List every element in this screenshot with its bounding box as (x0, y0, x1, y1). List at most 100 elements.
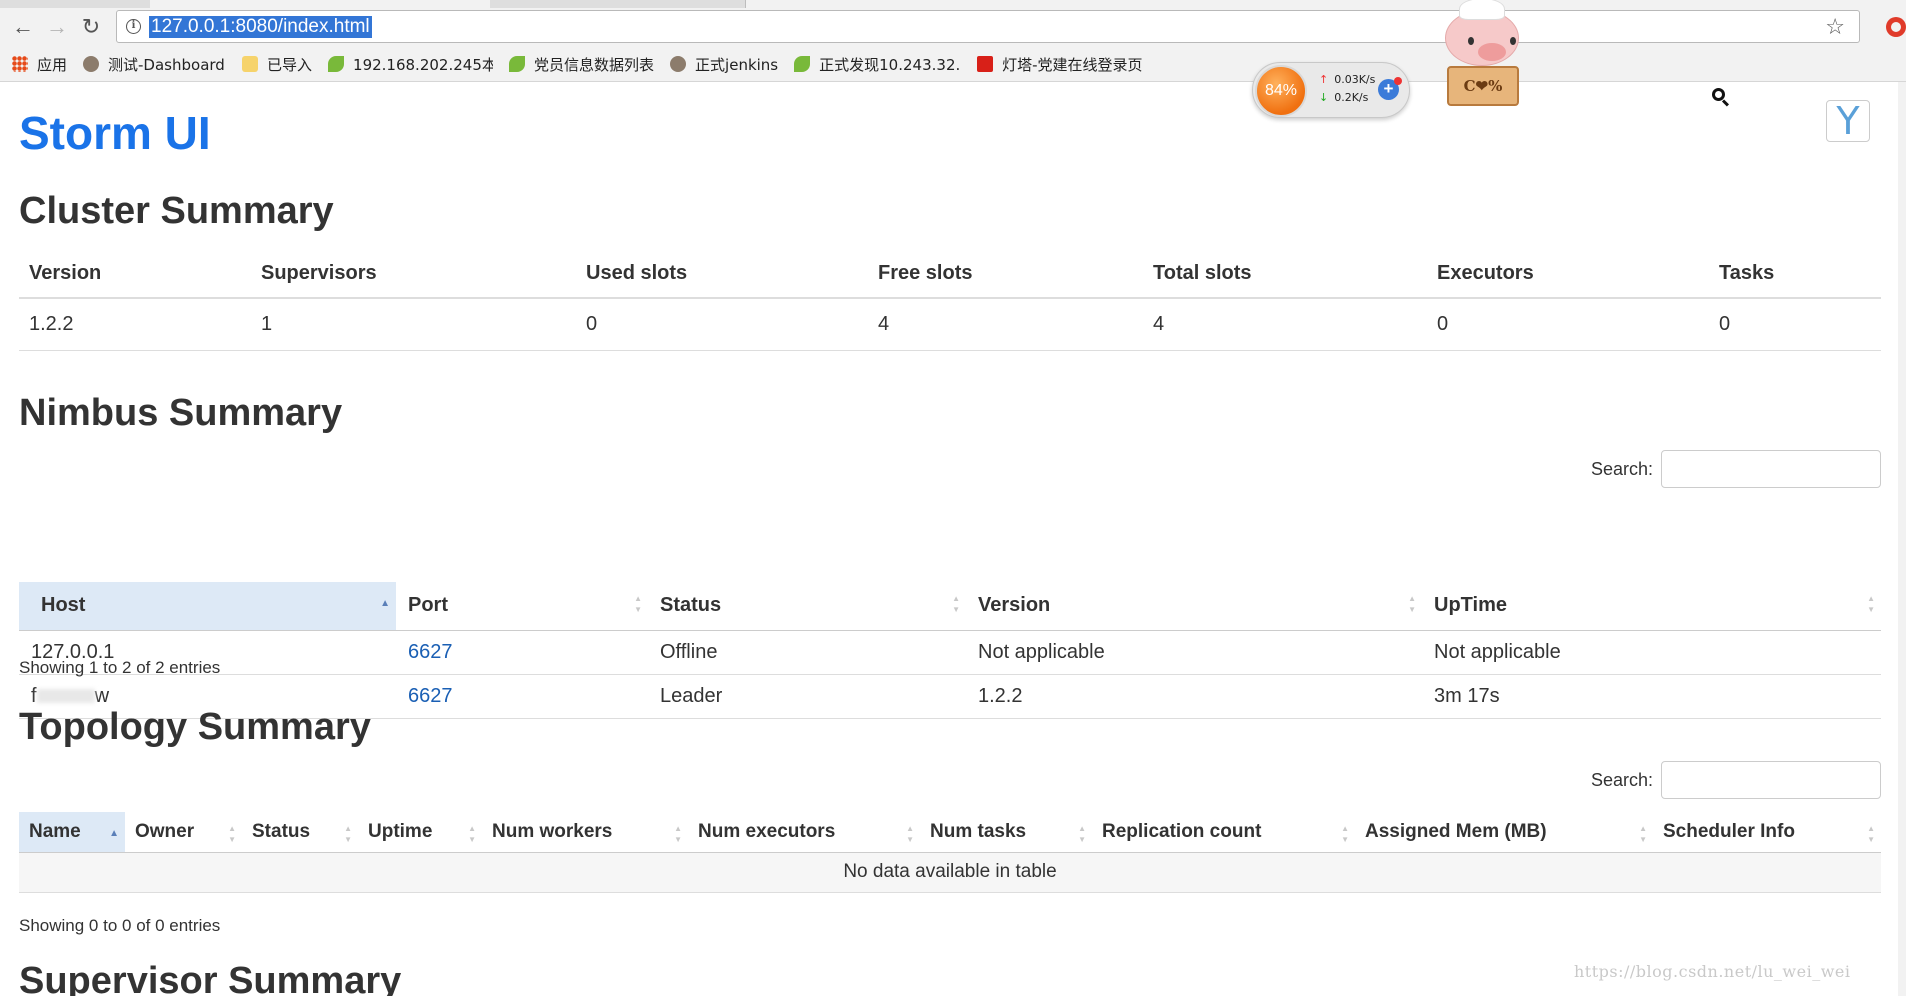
bookmark-label: 党员信息数据列表 (534, 55, 655, 74)
arrow-left-icon: ← (12, 14, 34, 39)
network-speed-widget[interactable]: 84% ↑ 0.03K/s ↓ 0.2K/s + (1252, 62, 1410, 118)
column-header-uptime[interactable]: UpTime (1422, 582, 1881, 631)
forward-button[interactable]: → (44, 14, 70, 40)
reload-icon: ↻ (81, 14, 101, 39)
nimbus-search-input[interactable] (1661, 450, 1881, 488)
column-header-scheduler-info[interactable]: Scheduler Info (1653, 812, 1881, 853)
column-header-port[interactable]: Port (396, 582, 648, 631)
chef-hat (1459, 0, 1505, 20)
column-label: Status (660, 594, 722, 617)
page-scrollbar[interactable] (1898, 82, 1906, 996)
info-icon[interactable]: i (126, 19, 141, 34)
topology-search-input[interactable] (1661, 761, 1881, 799)
upload-speed-value: 0.03K/s (1334, 73, 1376, 86)
address-bar[interactable]: i 127.0.0.1:8080/index.html ☆ (116, 10, 1860, 43)
column-header-num-tasks[interactable]: Num tasks (920, 812, 1092, 853)
column-label: Host (41, 594, 86, 617)
column-label: Replication count (1102, 820, 1262, 842)
port-link[interactable]: 6627 (408, 641, 453, 663)
column-label: Assigned Mem (MB) (1365, 820, 1547, 842)
bookmark-imported[interactable]: 已导入 (242, 54, 312, 75)
column-header-num-executors[interactable]: Num executors (688, 812, 920, 853)
column-header-assigned-mem[interactable]: Assigned Mem (MB) (1355, 812, 1653, 853)
column-header: Used slots (576, 250, 868, 299)
column-header-replication-count[interactable]: Replication count (1092, 812, 1355, 853)
column-header-name[interactable]: Name (19, 812, 125, 853)
nimbus-search: Search: (1591, 450, 1881, 488)
bookmark-party-list[interactable]: 党员信息数据列表 (509, 54, 654, 75)
column-header: Supervisors (251, 250, 576, 299)
supervisor-summary-heading: Supervisor Summary (19, 960, 402, 996)
bookmark-apps[interactable]: 应用 (12, 54, 67, 75)
cell-total-slots: 4 (1143, 298, 1427, 351)
browser-tab-active[interactable] (150, 0, 490, 8)
cell-status: Offline (648, 630, 966, 675)
bookmark-local-ip[interactable]: 192.168.202.245本: (328, 54, 493, 75)
leaf-icon (794, 56, 811, 72)
bookmarks-bar: 应用 测试-Dashboard [Je 已导入 192.168.202.245本… (12, 50, 1160, 78)
bookmark-dashboard[interactable]: 测试-Dashboard [Je (83, 54, 226, 75)
cell-status: Leader (648, 674, 966, 719)
table-row: No data available in table (19, 852, 1881, 893)
bookmark-discovery[interactable]: 正式发现10.243.32.5 (794, 54, 961, 75)
topology-summary-table: Name Owner Status Uptime Num workers Num… (19, 812, 1881, 893)
page-title[interactable]: Storm UI (19, 106, 211, 160)
column-label: Status (252, 820, 311, 842)
table-header-row: Version Supervisors Used slots Free slot… (19, 250, 1881, 299)
column-header-status[interactable]: Status (242, 812, 358, 853)
port-link[interactable]: 6627 (408, 685, 453, 707)
url-text[interactable]: 127.0.0.1:8080/index.html (149, 16, 372, 38)
reload-button[interactable]: ↻ (78, 14, 104, 40)
back-button[interactable]: ← (10, 14, 36, 40)
cell-tasks: 0 (1709, 298, 1881, 351)
cell-version: 1.2.2 (966, 674, 1422, 719)
empty-table-message: No data available in table (19, 852, 1881, 893)
table-header-row: Name Owner Status Uptime Num workers Num… (19, 812, 1881, 853)
download-speed-value: 0.2K/s (1334, 91, 1369, 104)
arrow-down-icon: ↓ (1319, 91, 1329, 104)
user-icon (83, 56, 100, 72)
redacted-text (36, 689, 95, 704)
search-label: Search: (1590, 769, 1653, 790)
search-icon[interactable] (1712, 88, 1730, 107)
table-row: 1.2.2 1 0 4 4 0 0 (19, 298, 1881, 351)
bookmark-dengta[interactable]: 灯塔-党建在线登录页 (977, 54, 1144, 75)
column-header-num-workers[interactable]: Num workers (482, 812, 688, 853)
y-logo-icon[interactable]: Y (1826, 100, 1870, 142)
column-header-status[interactable]: Status (648, 582, 966, 631)
memory-usage-ball[interactable]: 84% (1255, 65, 1307, 117)
topology-search: Search: (1591, 761, 1881, 799)
folder-icon (242, 56, 259, 72)
column-header-owner[interactable]: Owner (125, 812, 242, 853)
column-header-host[interactable]: Host (19, 582, 396, 631)
column-label: UpTime (1434, 594, 1507, 617)
bookmark-star-icon[interactable]: ☆ (1825, 14, 1845, 40)
bookmark-jenkins[interactable]: 正式jenkins (670, 54, 778, 75)
column-header: Tasks (1709, 250, 1881, 299)
cell-used-slots: 0 (576, 298, 868, 351)
cell-port: 6627 (396, 630, 648, 675)
extension-icon[interactable] (1886, 17, 1906, 37)
cell-executors: 0 (1427, 298, 1709, 351)
browser-chrome: ← → ↻ i 127.0.0.1:8080/index.html ☆ 应用 测… (0, 0, 1906, 82)
column-header: Free slots (868, 250, 1143, 299)
pig-mascot[interactable]: C❤% (1437, 0, 1529, 110)
leaf-icon (509, 56, 526, 72)
column-label: Num executors (698, 820, 836, 842)
arrow-up-icon: ↑ (1319, 73, 1329, 86)
bookmark-label: 已导入 (267, 55, 313, 74)
browser-tab-other[interactable] (745, 0, 1906, 8)
table-header-row: Host Port Status Version UpTime (19, 582, 1881, 631)
bookmark-label: 正式发现10.243.32.5 (819, 55, 962, 74)
column-label: Num tasks (930, 820, 1027, 842)
watermark: https://blog.csdn.net/lu_wei_wei (1574, 962, 1851, 981)
lighthouse-icon (977, 56, 994, 72)
column-label: Num workers (492, 820, 613, 842)
column-header-version[interactable]: Version (966, 582, 1422, 631)
bookmark-label: 192.168.202.245本: (353, 55, 494, 74)
column-header-uptime[interactable]: Uptime (358, 812, 482, 853)
bookmark-label: 测试-Dashboard [Je (108, 55, 226, 74)
arrow-right-icon: → (46, 14, 68, 39)
cluster-summary-table: Version Supervisors Used slots Free slot… (19, 250, 1881, 351)
bookmark-label: 应用 (37, 55, 68, 74)
